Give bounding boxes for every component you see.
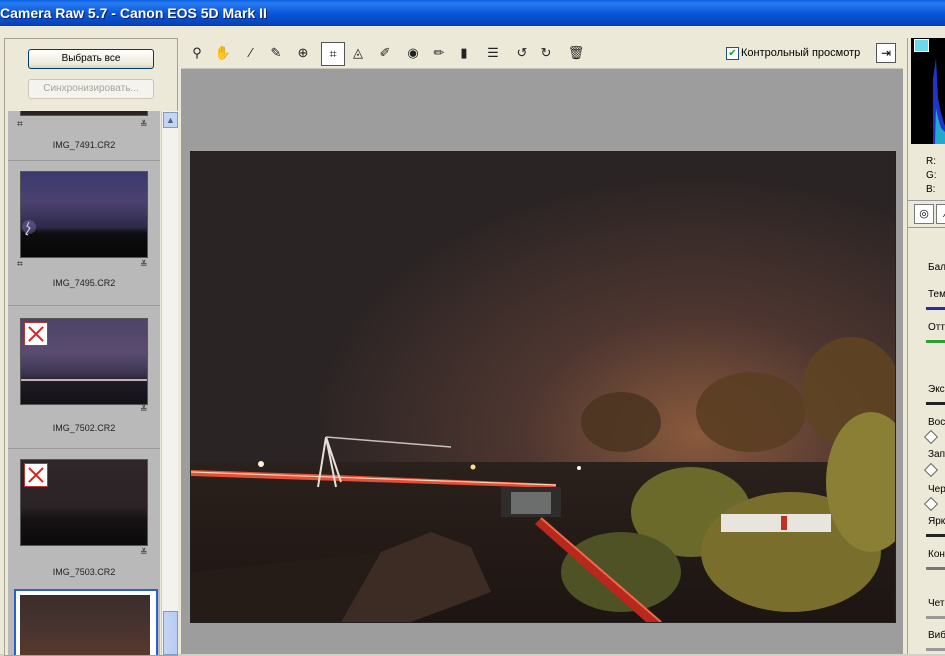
contrast-label: Кон — [928, 549, 945, 560]
filmstrip-item[interactable]: ⌗ ≚ IMG_7495.CR2 — [8, 161, 160, 305]
recovery-slider[interactable] — [923, 429, 939, 445]
trash-icon[interactable]: 🗑 — [565, 42, 587, 64]
rotate-right-icon[interactable]: ↻ — [535, 42, 557, 64]
image-preview-area[interactable] — [181, 69, 903, 654]
straighten-icon[interactable]: ◬ — [347, 42, 369, 64]
blacks-slider[interactable] — [923, 496, 939, 512]
vibrance-label: Виб — [928, 630, 945, 641]
preview-label: Контрольный просмотр — [741, 47, 861, 59]
fullscreen-toggle-icon[interactable]: ⇥ — [876, 43, 896, 63]
recovery-label: Вос — [928, 417, 945, 428]
vibrance-slider[interactable] — [926, 648, 945, 651]
filmstrip-scrollbar[interactable]: ▲ — [161, 111, 178, 655]
temperature-label: Тем — [928, 289, 945, 300]
preferences-icon[interactable]: ☰ — [482, 42, 504, 64]
select-all-button[interactable]: Выбрать все — [28, 49, 154, 69]
tone-curve-tab-icon[interactable]: ⁄ — [936, 204, 945, 224]
contrast-slider[interactable] — [926, 567, 945, 570]
thumbnail-filename: IMG_7495.CR2 — [52, 278, 116, 288]
reject-mark-icon — [24, 322, 48, 346]
thumbnail-image — [20, 595, 150, 655]
fill-light-label: Зап — [928, 449, 945, 460]
scroll-up-icon[interactable]: ▲ — [163, 112, 178, 128]
color-sampler-icon[interactable]: ✎ — [265, 42, 287, 64]
thumbnail-filename: IMG_7491.CR2 — [52, 140, 116, 150]
thumbnail-filename: IMG_7503.CR2 — [52, 567, 116, 577]
fill-light-slider[interactable] — [923, 462, 939, 478]
reject-mark-icon — [24, 463, 48, 487]
window-titlebar: Camera Raw 5.7 - Canon EOS 5D Mark II — [0, 0, 945, 26]
preview-checkbox[interactable]: ✔ — [726, 47, 739, 60]
exposure-slider[interactable] — [926, 402, 945, 405]
thumbnail-filename: IMG_7502.CR2 — [52, 423, 116, 433]
thumbnail-image — [20, 171, 148, 258]
filmstrip-item-selected[interactable] — [14, 589, 158, 655]
filmstrip-list[interactable]: ⌗ ≚ IMG_7491.CR2 ⌗ ≚ IMG_7495.CR2 ≚ IMG_… — [8, 111, 160, 655]
thumbnail-image — [20, 318, 148, 405]
crop-indicator-icon: ⌗ — [17, 119, 23, 130]
blacks-label: Чер — [928, 484, 945, 495]
zoom-icon[interactable]: ⚲ — [186, 42, 208, 64]
settings-indicator-icon: ≚ — [140, 119, 148, 129]
temperature-slider[interactable] — [926, 307, 945, 310]
filmstrip-panel: Выбрать все Синхронизировать... ⌗ ≚ IMG_… — [4, 38, 178, 656]
crop-icon[interactable]: ⌗ — [321, 42, 345, 66]
thumbnail-image — [20, 459, 148, 546]
rotate-left-icon[interactable]: ↺ — [511, 42, 533, 64]
brightness-slider[interactable] — [926, 534, 945, 537]
lightning-bolt-graphic — [22, 220, 36, 236]
histogram — [911, 38, 945, 144]
white-balance-label: Бал — [928, 262, 945, 273]
exposure-label: Экс — [928, 384, 945, 395]
filmstrip-item[interactable]: ⌗ ≚ IMG_7491.CR2 — [8, 111, 160, 161]
filmstrip-item[interactable]: ≚ IMG_7503.CR2 — [8, 449, 160, 589]
tint-slider[interactable] — [926, 340, 945, 343]
camera-raw-dialog: Выбрать все Синхронизировать... ⌗ ≚ IMG_… — [0, 26, 945, 656]
filmstrip-item[interactable]: ≚ IMG_7502.CR2 — [8, 306, 160, 448]
window-title: Camera Raw 5.7 - Canon EOS 5D Mark II — [0, 5, 267, 21]
white-balance-icon[interactable]: ⁄ — [240, 42, 262, 64]
thumbnail-image — [20, 111, 148, 116]
red-eye-icon[interactable]: ◉ — [402, 42, 424, 64]
adjustment-brush-icon[interactable]: ✏ — [428, 42, 450, 64]
rgb-readout-g: G: — [926, 170, 937, 181]
tool-bar: ⚲ ✋ ⁄ ✎ ⊕ ⌗ ◬ ✐ ◉ ✏ ▮ ☰ ↺ ↻ 🗑 ✔ Контроль… — [181, 38, 903, 69]
crop-indicator-icon: ⌗ — [17, 259, 23, 270]
rgb-readout-b: B: — [926, 184, 936, 195]
brightness-label: Ярк — [928, 516, 945, 527]
adjustment-tabs: ◎ ⁄ — [908, 200, 945, 228]
graduated-filter-icon[interactable]: ▮ — [453, 42, 475, 64]
settings-indicator-icon: ≚ — [140, 547, 148, 557]
tint-label: Отт — [928, 322, 945, 333]
night-scene-graphic — [191, 152, 895, 622]
histogram-graphic — [933, 58, 945, 144]
spot-removal-icon[interactable]: ✐ — [374, 42, 396, 64]
adjustments-panel: R: G: B: ◎ ⁄ Бал Тем Отт Экс Вос Зап Чер… — [907, 38, 945, 654]
basic-tab-icon[interactable]: ◎ — [914, 204, 934, 224]
settings-indicator-icon: ≚ — [140, 404, 148, 414]
light-trail-graphic — [21, 379, 147, 381]
rgb-readout-r: R: — [926, 156, 936, 167]
clarity-label: Чет — [928, 598, 945, 609]
target-adjust-icon[interactable]: ⊕ — [292, 42, 314, 64]
settings-indicator-icon: ≚ — [140, 259, 148, 269]
synchronize-button[interactable]: Синхронизировать... — [28, 79, 154, 99]
clarity-slider[interactable] — [926, 616, 945, 619]
scroll-thumb[interactable] — [163, 611, 178, 655]
hand-icon[interactable]: ✋ — [212, 42, 234, 64]
preview-photo — [190, 151, 896, 623]
